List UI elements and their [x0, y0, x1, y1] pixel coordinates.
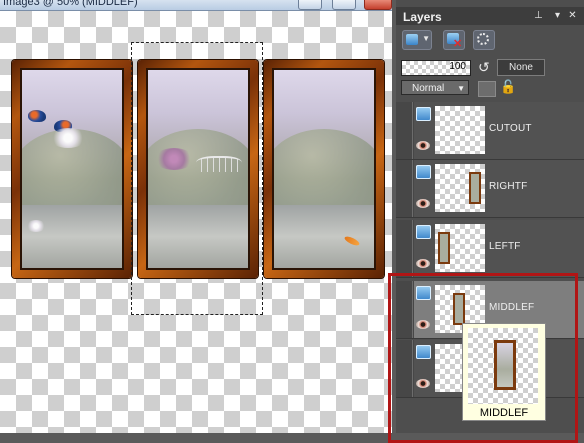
- layer-thumbnail[interactable]: [435, 164, 485, 212]
- image-canvas-window: Image3 @ 50% (MIDDLEF): [0, 0, 392, 433]
- opacity-value: 100: [449, 61, 466, 72]
- eye-icon[interactable]: [416, 320, 430, 329]
- bluebird-icon: [28, 110, 46, 122]
- autohide-icon[interactable]: ▾: [552, 10, 563, 21]
- layer-type-icon: [416, 165, 431, 179]
- close-window-button[interactable]: [364, 0, 392, 10]
- eye-icon[interactable]: [416, 379, 430, 388]
- mask-icon: [477, 33, 489, 45]
- white-flowers: [50, 128, 86, 148]
- tooltip-thumbnail: [468, 328, 538, 404]
- new-mask-button[interactable]: [473, 30, 495, 50]
- opacity-slider[interactable]: 100: [401, 60, 471, 76]
- canvas-title: Image3 @ 50% (MIDDLEF): [3, 0, 138, 8]
- layer-thumbnail[interactable]: [435, 106, 485, 154]
- eye-icon[interactable]: [416, 141, 430, 150]
- eye-icon[interactable]: [416, 199, 430, 208]
- link-icon[interactable]: ↺: [478, 58, 496, 76]
- layer-drag-tooltip: MIDDLEF: [462, 323, 546, 421]
- canvas-title-bar[interactable]: Image3 @ 50% (MIDDLEF): [0, 0, 392, 11]
- group-link-dropdown[interactable]: None: [497, 59, 545, 76]
- lock-transparency-toggle[interactable]: [478, 81, 496, 97]
- new-layer-icon: [406, 34, 418, 45]
- palette-title-bar[interactable]: Layers ⊥ ▾ ✕: [396, 7, 584, 25]
- layer-type-icon: [416, 225, 431, 239]
- blend-mode-dropdown[interactable]: Normal ▼: [401, 80, 469, 95]
- lock-icon[interactable]: 🔓: [500, 79, 516, 95]
- right-frame-image[interactable]: [264, 60, 384, 278]
- layer-row-cutout[interactable]: CUTOUT: [396, 102, 584, 160]
- blend-mode-value: Normal: [412, 83, 445, 94]
- delete-layer-button[interactable]: ✕: [443, 30, 465, 50]
- layer-name: RIGHTF: [489, 181, 528, 192]
- maximize-button[interactable]: [332, 0, 356, 10]
- layer-thumbnail[interactable]: [435, 224, 485, 272]
- layer-type-icon: [416, 107, 431, 121]
- close-icon[interactable]: ✕: [567, 10, 578, 21]
- layer-type-icon: [416, 345, 431, 359]
- minimize-button[interactable]: [298, 0, 322, 10]
- left-frame-image[interactable]: [12, 60, 132, 278]
- layer-row-leftf[interactable]: LEFTF: [396, 220, 584, 278]
- palette-title: Layers: [403, 10, 442, 24]
- white-bird: [26, 220, 46, 232]
- selection-marquee[interactable]: [131, 42, 263, 315]
- chevron-down-icon: ▼: [457, 84, 465, 93]
- layer-type-icon: [416, 286, 431, 300]
- layer-name: CUTOUT: [489, 123, 532, 134]
- layer-name: LEFTF: [489, 241, 521, 252]
- layer-row-rightf[interactable]: RIGHTF: [396, 160, 584, 218]
- pin-icon[interactable]: ⊥: [533, 10, 544, 21]
- tooltip-label: MIDDLEF: [479, 407, 529, 419]
- new-layer-button[interactable]: ▼: [402, 30, 432, 50]
- chevron-down-icon: ▼: [422, 34, 430, 43]
- layer-name: MIDDLEF: [489, 302, 535, 313]
- eye-icon[interactable]: [416, 259, 430, 268]
